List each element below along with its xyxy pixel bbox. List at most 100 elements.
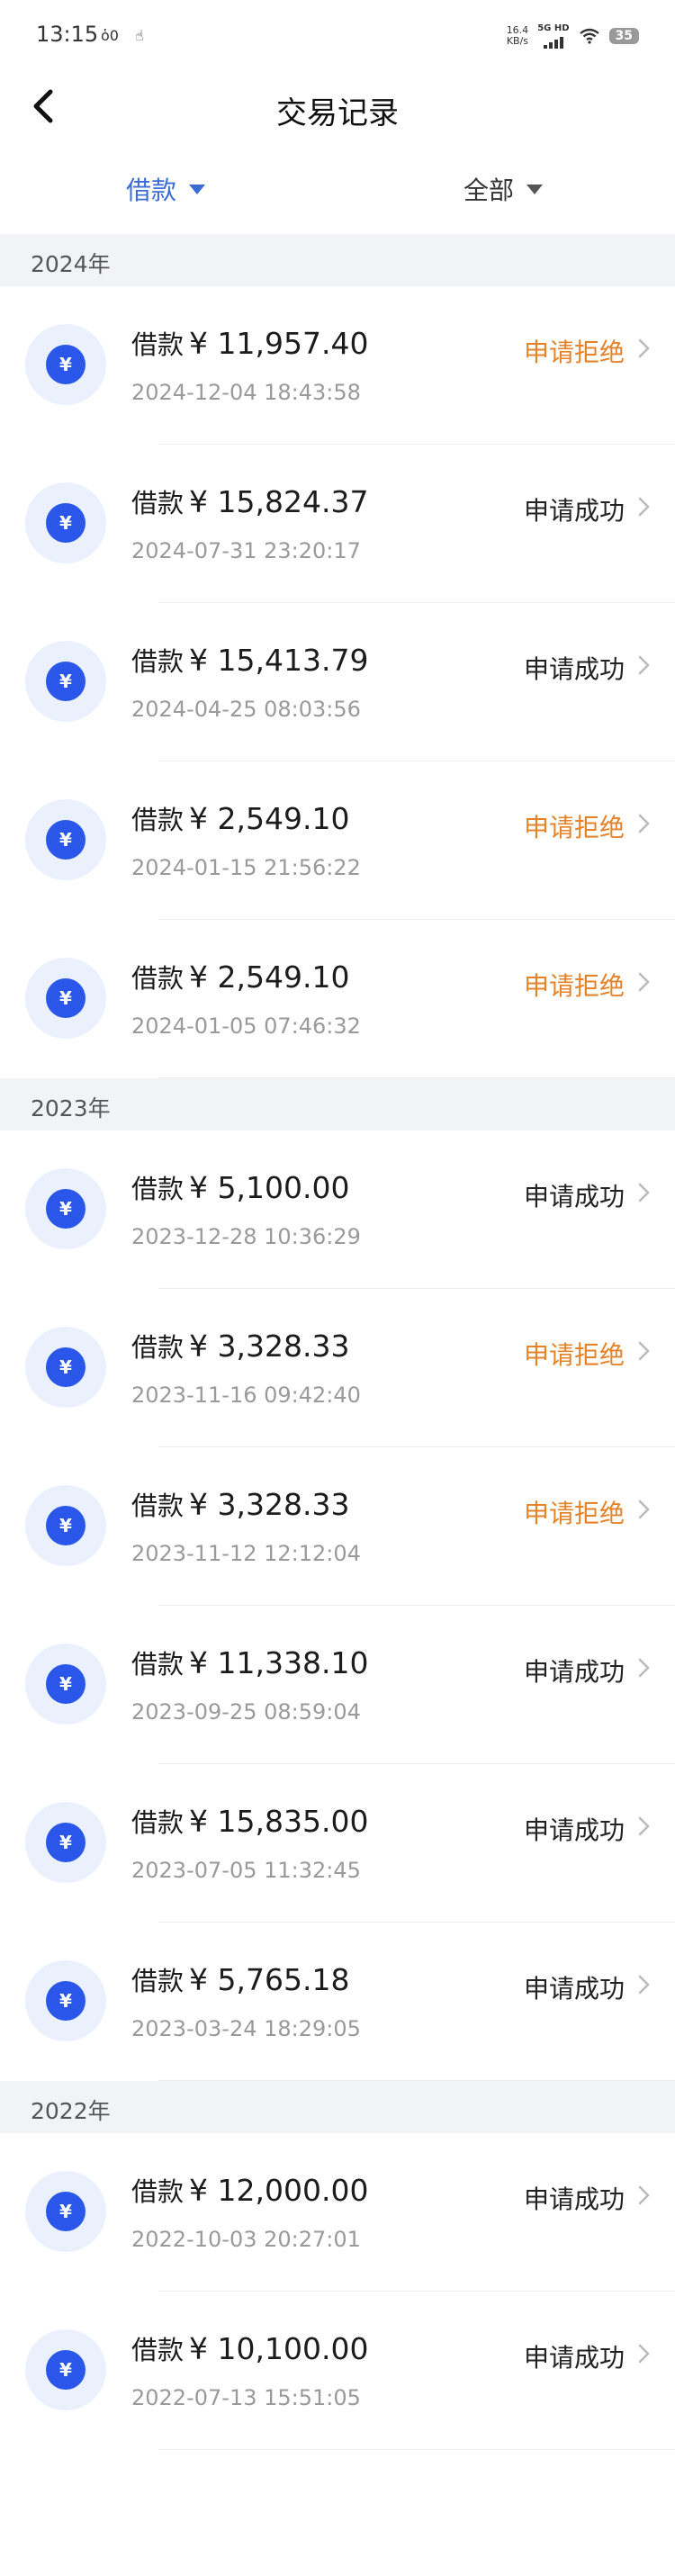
transaction-row[interactable]: ¥ 借款 ¥ 5,765.18 2023-03-24 18:29:05 申请成功 — [0, 1923, 675, 2081]
wifi-icon — [579, 28, 599, 44]
transaction-status: 申请成功 — [523, 1657, 625, 1687]
amount-value: ¥ 2,549.10 — [189, 959, 350, 995]
page-title: 交易记录 — [276, 95, 399, 131]
transaction-amount: 借款 ¥ 11,338.10 — [131, 1644, 368, 1681]
transaction-amount: 借款 ¥ 11,957.40 — [131, 324, 368, 362]
transaction-type-label: 借款 — [131, 1966, 184, 1996]
year-section-header: 2023年 — [0, 1078, 675, 1130]
transaction-type-label: 借款 — [131, 805, 184, 835]
transaction-type-label: 借款 — [131, 329, 184, 360]
amount-value: ¥ 5,100.00 — [189, 1170, 350, 1205]
amount-value: ¥ 11,338.10 — [189, 1645, 369, 1680]
transaction-row[interactable]: ¥ 借款 ¥ 12,000.00 2022-10-03 20:27:01 申请成功 — [0, 2133, 675, 2292]
transaction-date: 2024-07-31 23:20:17 — [131, 538, 361, 563]
type-filter-dropdown[interactable]: 借款 — [126, 171, 206, 207]
year-label: 2023年 — [31, 1095, 111, 1121]
transaction-status: 申请成功 — [523, 1815, 625, 1845]
status-time: 13:15 — [36, 22, 99, 47]
transaction-amount: 借款 ¥ 15,413.79 — [131, 641, 368, 679]
yuan-coin-icon: ¥ — [25, 1802, 106, 1883]
transaction-type-label: 借款 — [131, 963, 184, 994]
filter-bar: 借款 全部 — [0, 153, 675, 234]
transaction-amount: 借款 ¥ 10,100.00 — [131, 2329, 368, 2367]
yuan-coin-icon: ¥ — [25, 1644, 106, 1725]
transaction-row[interactable]: ¥ 借款 ¥ 15,835.00 2023-07-05 11:32:45 申请成功 — [0, 1764, 675, 1923]
status-filter-label: 全部 — [464, 176, 515, 205]
amount-value: ¥ 3,328.33 — [189, 1487, 350, 1522]
transaction-status: 申请成功 — [523, 496, 625, 526]
transaction-row[interactable]: ¥ 借款 ¥ 2,549.10 2024-01-05 07:46:32 申请拒绝 — [0, 920, 675, 1078]
amount-value: ¥ 3,328.33 — [189, 1329, 350, 1364]
transaction-amount: 借款 ¥ 2,549.10 — [131, 958, 349, 995]
year-section-header: 2022年 — [0, 2081, 675, 2133]
yuan-coin-icon: ¥ — [25, 1327, 106, 1408]
transaction-row[interactable]: ¥ 借款 ¥ 11,338.10 2023-09-25 08:59:04 申请成功 — [0, 1606, 675, 1764]
transaction-type-label: 借款 — [131, 646, 184, 677]
yuan-coin-icon: ¥ — [25, 958, 106, 1039]
transaction-status: 申请成功 — [523, 2184, 625, 2214]
transaction-amount: 借款 ¥ 2,549.10 — [131, 799, 349, 837]
cell-signal-icon: 5G HD — [537, 23, 570, 49]
transaction-type-label: 借款 — [131, 1649, 184, 1680]
chevron-right-icon — [638, 1341, 650, 1361]
transaction-status: 申请拒绝 — [523, 1340, 625, 1370]
chevron-right-icon — [638, 1816, 650, 1836]
chevron-right-icon — [638, 655, 650, 675]
transaction-amount: 借款 ¥ 5,765.18 — [131, 1960, 349, 1998]
transaction-type-label: 借款 — [131, 1174, 184, 1204]
transaction-date: 2022-07-13 15:51:05 — [131, 2385, 361, 2410]
amount-value: ¥ 15,835.00 — [189, 1804, 369, 1839]
transaction-status: 申请拒绝 — [523, 338, 625, 367]
transaction-row[interactable]: ¥ 借款 ¥ 3,328.33 2023-11-16 09:42:40 申请拒绝 — [0, 1289, 675, 1447]
yuan-coin-icon: ¥ — [25, 2329, 106, 2410]
transaction-amount: 借款 ¥ 5,100.00 — [131, 1168, 349, 1206]
status-filter-dropdown[interactable]: 全部 — [464, 171, 544, 207]
chevron-right-icon — [638, 2185, 650, 2205]
transaction-date: 2023-11-12 12:12:04 — [131, 1541, 361, 1566]
status-bar: 13:15 ὁ0 ☝ 16.4 KB/s 5G HD 35 — [0, 0, 675, 72]
transaction-status: 申请拒绝 — [523, 1499, 625, 1528]
transaction-row[interactable]: ¥ 借款 ¥ 2,549.10 2024-01-15 21:56:22 申请拒绝 — [0, 761, 675, 920]
transaction-status: 申请拒绝 — [523, 813, 625, 842]
transaction-amount: 借款 ¥ 12,000.00 — [131, 2171, 368, 2209]
transaction-row[interactable]: ¥ 借款 ¥ 10,100.00 2022-07-13 15:51:05 申请成功 — [0, 2292, 675, 2450]
nav-header: 交易记录 — [0, 72, 675, 144]
transaction-date: 2023-07-05 11:32:45 — [131, 1858, 361, 1883]
row-divider — [158, 2449, 675, 2450]
transaction-row[interactable]: ¥ 借款 ¥ 15,824.37 2024-07-31 23:20:17 申请成功 — [0, 445, 675, 603]
finger-icon: ☝ — [135, 27, 144, 44]
transaction-date: 2024-12-04 18:43:58 — [131, 380, 361, 405]
dropdown-triangle-icon — [189, 184, 206, 194]
transaction-row[interactable]: ¥ 借款 ¥ 11,957.40 2024-12-04 18:43:58 申请拒绝 — [0, 286, 675, 445]
transaction-amount: 借款 ¥ 3,328.33 — [131, 1327, 349, 1365]
yuan-coin-icon: ¥ — [25, 641, 106, 722]
battery-icon: 35 — [608, 28, 639, 44]
transaction-type-label: 借款 — [131, 1332, 184, 1363]
amount-value: ¥ 15,824.37 — [189, 484, 369, 519]
chevron-right-icon — [638, 1975, 650, 1995]
transaction-row[interactable]: ¥ 借款 ¥ 15,413.79 2024-04-25 08:03:56 申请成功 — [0, 603, 675, 761]
transaction-date: 2024-01-15 21:56:22 — [131, 855, 361, 880]
transaction-amount: 借款 ¥ 15,835.00 — [131, 1802, 368, 1840]
transaction-date: 2023-03-24 18:29:05 — [131, 2016, 361, 2041]
amount-value: ¥ 10,100.00 — [189, 2331, 369, 2366]
transaction-date: 2024-01-05 07:46:32 — [131, 1013, 361, 1039]
amount-value: ¥ 15,413.79 — [189, 643, 369, 678]
amount-value: ¥ 2,549.10 — [189, 801, 350, 836]
transaction-type-label: 借款 — [131, 1491, 184, 1521]
dropdown-triangle-icon — [526, 184, 544, 194]
yuan-coin-icon: ¥ — [25, 799, 106, 880]
transaction-row[interactable]: ¥ 借款 ¥ 5,100.00 2023-12-28 10:36:29 申请成功 — [0, 1130, 675, 1289]
transaction-date: 2024-04-25 08:03:56 — [131, 697, 361, 722]
amount-value: ¥ 11,957.40 — [189, 326, 369, 361]
transaction-status: 申请成功 — [523, 654, 625, 684]
transaction-date: 2023-09-25 08:59:04 — [131, 1699, 361, 1725]
chevron-right-icon — [638, 1500, 650, 1519]
year-label: 2022年 — [31, 2098, 111, 2124]
transaction-amount: 借款 ¥ 15,824.37 — [131, 482, 368, 520]
transaction-status: 申请成功 — [523, 1182, 625, 1211]
transaction-row[interactable]: ¥ 借款 ¥ 3,328.33 2023-11-12 12:12:04 申请拒绝 — [0, 1447, 675, 1606]
notification-icon: ὁ0 — [101, 27, 119, 44]
yuan-coin-icon: ¥ — [25, 1485, 106, 1566]
chevron-right-icon — [638, 338, 650, 358]
